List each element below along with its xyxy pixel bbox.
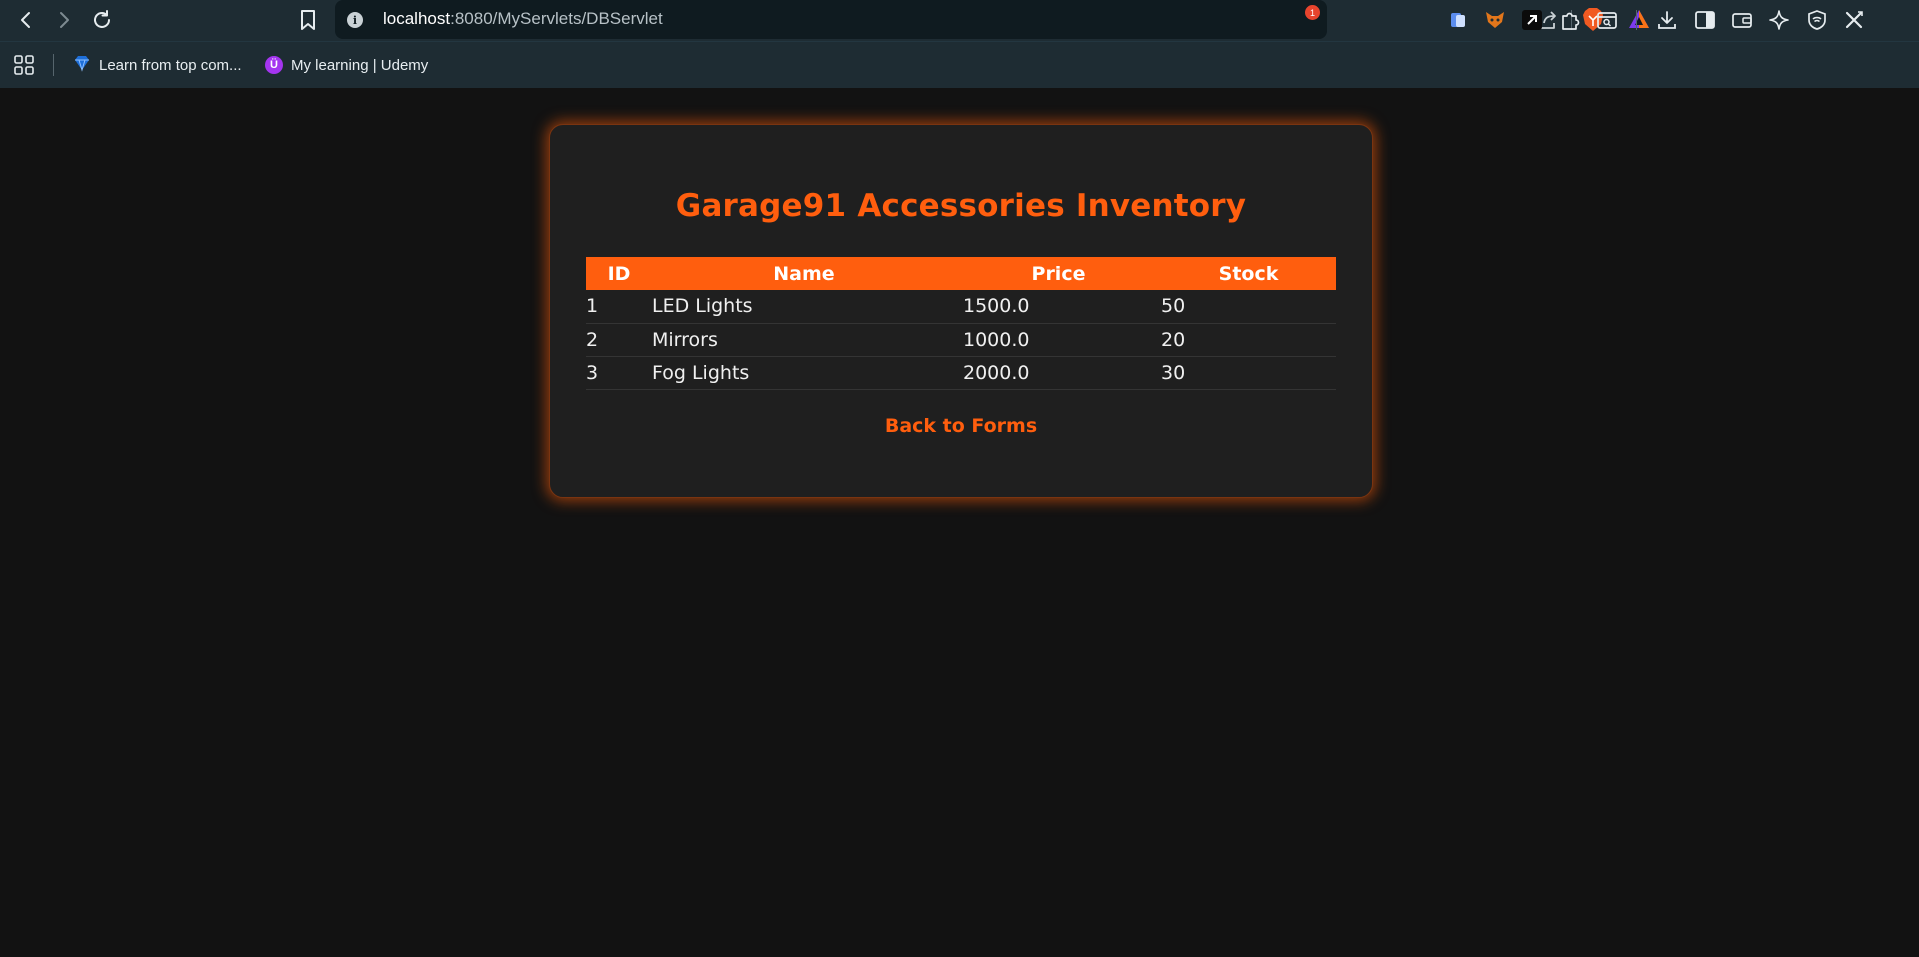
bookmark-label: My learning | Udemy: [291, 56, 429, 74]
site-info-icon[interactable]: i: [347, 12, 363, 28]
bookmark-icon[interactable]: [296, 8, 320, 32]
brave-rewards-icon[interactable]: [1627, 8, 1651, 30]
header-price: Price: [956, 257, 1161, 290]
reload-icon[interactable]: [88, 6, 116, 34]
cell-name: LED Lights: [652, 290, 956, 324]
cell-stock: 30: [1161, 356, 1336, 390]
cell-stock: 20: [1161, 323, 1336, 357]
back-to-forms-link[interactable]: Back to Forms: [550, 415, 1372, 437]
leo-ai-icon[interactable]: [1767, 8, 1791, 32]
cell-id: 3: [586, 356, 652, 390]
cell-name: Fog Lights: [652, 356, 956, 390]
cell-stock: 50: [1161, 290, 1336, 324]
cell-id: 2: [586, 323, 652, 357]
diamond-icon: [73, 54, 91, 76]
extension-icon-1[interactable]: [1446, 8, 1470, 32]
browser-toolbar: i localhost:8080/MyServlets/DBServlet 1: [0, 0, 1919, 41]
header-stock: Stock: [1161, 257, 1336, 290]
table-row: 1 LED Lights 1500.0 50: [586, 290, 1336, 324]
header-name: Name: [652, 257, 956, 290]
rewards-badge: 1: [1305, 5, 1320, 20]
cell-name: Mirrors: [652, 323, 956, 357]
divider: [1636, 10, 1637, 30]
forward-icon[interactable]: [50, 6, 78, 34]
cell-id: 1: [586, 290, 652, 324]
cell-price: 2000.0: [956, 356, 1161, 390]
cell-price: 1500.0: [956, 290, 1161, 324]
table-header-row: ID Name Price Stock: [586, 257, 1336, 290]
sidebar-icon[interactable]: [1693, 8, 1717, 32]
extension-icon-2[interactable]: [1483, 8, 1507, 32]
extensions-puzzle-icon[interactable]: [1558, 8, 1582, 32]
address-bar[interactable]: i localhost:8080/MyServlets/DBServlet: [335, 0, 1649, 39]
cell-price: 1000.0: [956, 323, 1161, 357]
apps-grid-icon[interactable]: [13, 54, 35, 76]
extension-icon-3[interactable]: [1520, 8, 1544, 32]
wallet-icon[interactable]: [1730, 8, 1754, 32]
inventory-card: Garage91 Accessories Inventory ID Name P…: [549, 124, 1373, 498]
udemy-icon: Ü: [265, 56, 283, 74]
vpn-icon[interactable]: [1805, 8, 1829, 32]
back-icon[interactable]: [12, 6, 40, 34]
table-row: 3 Fog Lights 2000.0 30: [586, 356, 1336, 390]
table-row: 2 Mirrors 1000.0 20: [586, 323, 1336, 357]
header-id: ID: [586, 257, 652, 290]
x-icon[interactable]: [1842, 8, 1866, 32]
download-icon[interactable]: [1655, 8, 1679, 32]
bookmark-label: Learn from top com...: [99, 56, 242, 74]
bookmarks-bar: Learn from top com... Ü My learning | Ud…: [0, 41, 1919, 88]
inventory-table: ID Name Price Stock 1 LED Lights 1500.0 …: [586, 257, 1336, 390]
bookmark-learn[interactable]: Learn from top com...: [73, 52, 242, 78]
bookmark-udemy[interactable]: Ü My learning | Udemy: [265, 52, 428, 78]
page-title: Garage91 Accessories Inventory: [675, 188, 1247, 224]
url-text[interactable]: localhost:8080/MyServlets/DBServlet: [383, 9, 663, 29]
search-tab-icon[interactable]: [1595, 8, 1619, 32]
divider: [53, 54, 54, 76]
